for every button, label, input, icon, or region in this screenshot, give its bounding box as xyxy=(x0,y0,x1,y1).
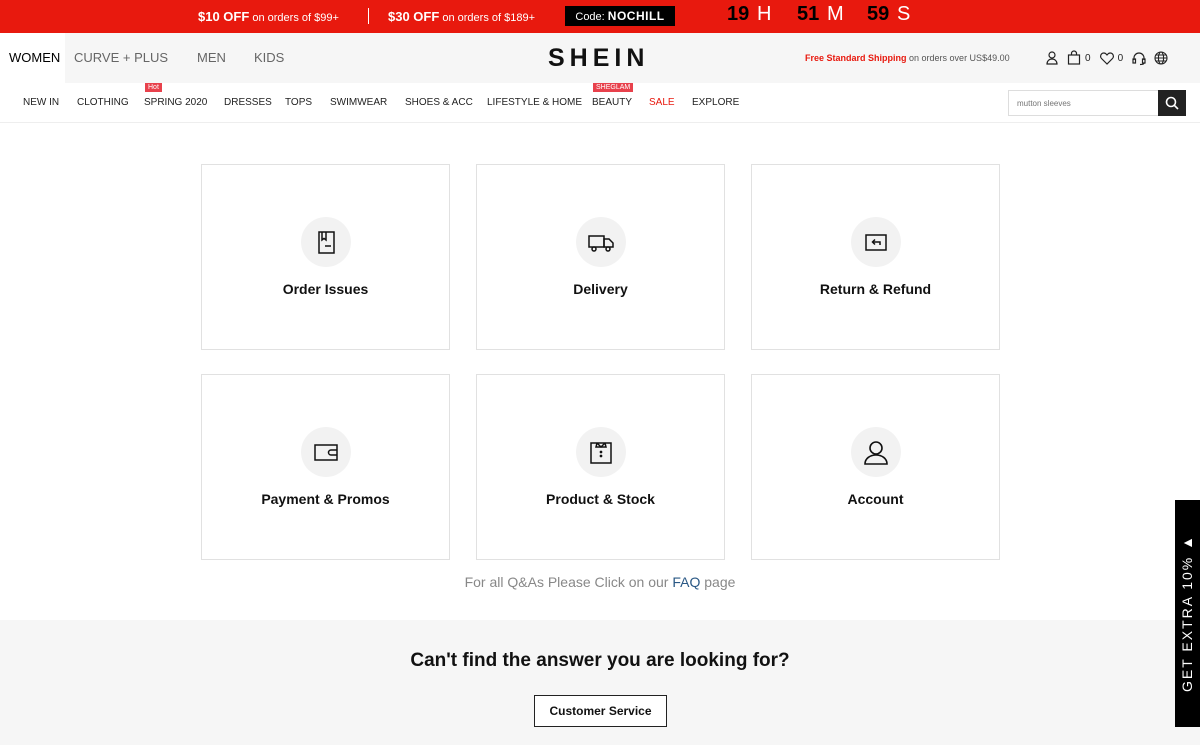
account-icon-circle xyxy=(851,427,901,477)
truck-icon xyxy=(588,235,614,252)
promo-banner[interactable]: $10 OFF on orders of $99+ $30 OFF on ord… xyxy=(0,0,1200,33)
gender-tabs: WOMEN CURVE + PLUS MEN KIDS xyxy=(0,33,298,83)
promo-offer-2-amount: $30 OFF xyxy=(388,9,440,24)
timer-minutes-unit: M xyxy=(827,3,844,25)
card-delivery[interactable]: Delivery xyxy=(476,164,725,350)
search-input[interactable] xyxy=(1009,91,1159,115)
card-account[interactable]: Account xyxy=(751,374,1000,560)
promo-offer-2-text: on orders of $189+ xyxy=(442,12,536,24)
cart-count: 0 xyxy=(1085,52,1091,64)
nav-lifestyle-home[interactable]: LIFESTYLE & HOME xyxy=(487,97,582,108)
faq-suffix: page xyxy=(704,574,736,590)
timer-seconds-unit: S xyxy=(897,3,911,25)
nav-dresses[interactable]: DRESSES xyxy=(224,97,272,108)
tab-kids[interactable]: KIDS xyxy=(240,33,298,83)
nav-sale[interactable]: SALE xyxy=(649,97,675,108)
promo-offer-2: $30 OFF on orders of $189+ xyxy=(388,9,535,24)
tab-curve-plus[interactable]: CURVE + PLUS xyxy=(65,33,177,83)
tab-men[interactable]: MEN xyxy=(177,33,240,83)
card-return-refund[interactable]: Return & Refund xyxy=(751,164,1000,350)
site-header: WOMEN CURVE + PLUS MEN KIDS SHEIN Free S… xyxy=(0,33,1200,83)
nav-clothing[interactable]: CLOTHING xyxy=(77,97,129,108)
shipping-highlight: Free Standard Shipping xyxy=(805,53,907,63)
heart-icon[interactable] xyxy=(1099,50,1115,66)
card-label: Order Issues xyxy=(282,281,369,297)
timer-seconds: 59 xyxy=(867,3,890,25)
wallet-icon-circle xyxy=(301,427,351,477)
return-icon xyxy=(865,234,887,251)
return-icon-circle xyxy=(851,217,901,267)
shipping-text: on orders over US$49.00 xyxy=(909,53,1010,63)
account-icon xyxy=(864,441,888,465)
card-product-stock[interactable]: Product & Stock xyxy=(476,374,725,560)
card-label: Payment & Promos xyxy=(261,491,390,507)
shipping-notice[interactable]: Free Standard Shipping on orders over US… xyxy=(805,53,1010,63)
truck-icon-circle xyxy=(576,217,626,267)
nav-swimwear[interactable]: SWIMWEAR xyxy=(330,97,387,108)
order-icon xyxy=(318,231,335,254)
search-button[interactable] xyxy=(1158,90,1186,116)
card-label: Delivery xyxy=(573,281,628,297)
faq-prefix: For all Q&As Please Click on our xyxy=(464,574,669,590)
nav-beauty[interactable]: BEAUTY xyxy=(592,97,632,108)
nav-explore[interactable]: EXPLORE xyxy=(692,97,739,108)
wishlist-count: 0 xyxy=(1117,52,1124,64)
globe-icon[interactable] xyxy=(1153,50,1169,66)
search-icon xyxy=(1165,96,1179,110)
promo-code-badge: Code: NOCHILL xyxy=(565,6,675,26)
user-icon[interactable] xyxy=(1044,50,1060,66)
timer-hours-unit: H xyxy=(757,3,772,25)
timer-hours: 19 xyxy=(727,3,750,25)
help-section: Can't find the answer you are looking fo… xyxy=(0,620,1200,745)
countdown-timer: 19 H 51 M 59 S xyxy=(727,3,937,26)
card-order-issues[interactable]: Order Issues xyxy=(201,164,450,350)
nav-spring-2020[interactable]: SPRING 2020 xyxy=(144,97,207,108)
nav-tops[interactable]: TOPS xyxy=(285,97,312,108)
faq-line: For all Q&As Please Click on our FAQ pag… xyxy=(0,574,1200,590)
faq-link[interactable]: FAQ xyxy=(672,574,700,590)
order-icon-circle xyxy=(301,217,351,267)
nav-new-in[interactable]: NEW IN xyxy=(23,97,59,108)
promo-divider xyxy=(368,8,369,24)
shirt-icon-circle xyxy=(576,427,626,477)
side-tab-label: GET EXTRA 10% ▲ xyxy=(1179,534,1195,692)
help-question: Can't find the answer you are looking fo… xyxy=(410,650,790,671)
header-icons: 0 0 xyxy=(1044,50,1175,66)
promo-offer-1: $10 OFF on orders of $99+ xyxy=(198,9,339,24)
timer-minutes: 51 xyxy=(797,3,820,25)
promo-offer-1-amount: $10 OFF xyxy=(198,9,250,24)
sheglam-tag: SHEGLAM xyxy=(593,83,634,92)
promo-code-value: NOCHILL xyxy=(607,9,665,23)
promo-code-label: Code: xyxy=(575,11,605,23)
headset-icon[interactable] xyxy=(1131,50,1147,66)
site-logo[interactable]: SHEIN xyxy=(548,44,649,73)
card-label: Product & Stock xyxy=(546,491,655,507)
wallet-icon xyxy=(314,444,338,461)
promo-offer-1-text: on orders of $99+ xyxy=(252,12,339,24)
tab-women[interactable]: WOMEN xyxy=(0,33,65,83)
hot-tag: Hot xyxy=(145,83,162,92)
get-extra-side-tab[interactable]: GET EXTRA 10% ▲ xyxy=(1175,500,1200,727)
nav-shoes-acc[interactable]: SHOES & ACC xyxy=(405,97,473,108)
card-label: Return & Refund xyxy=(819,281,932,297)
shirt-icon xyxy=(590,442,612,464)
search-box xyxy=(1008,90,1186,116)
card-label: Account xyxy=(847,491,904,507)
customer-service-button[interactable]: Customer Service xyxy=(534,695,667,727)
card-payment-promos[interactable]: Payment & Promos xyxy=(201,374,450,560)
bag-icon[interactable] xyxy=(1066,50,1082,66)
